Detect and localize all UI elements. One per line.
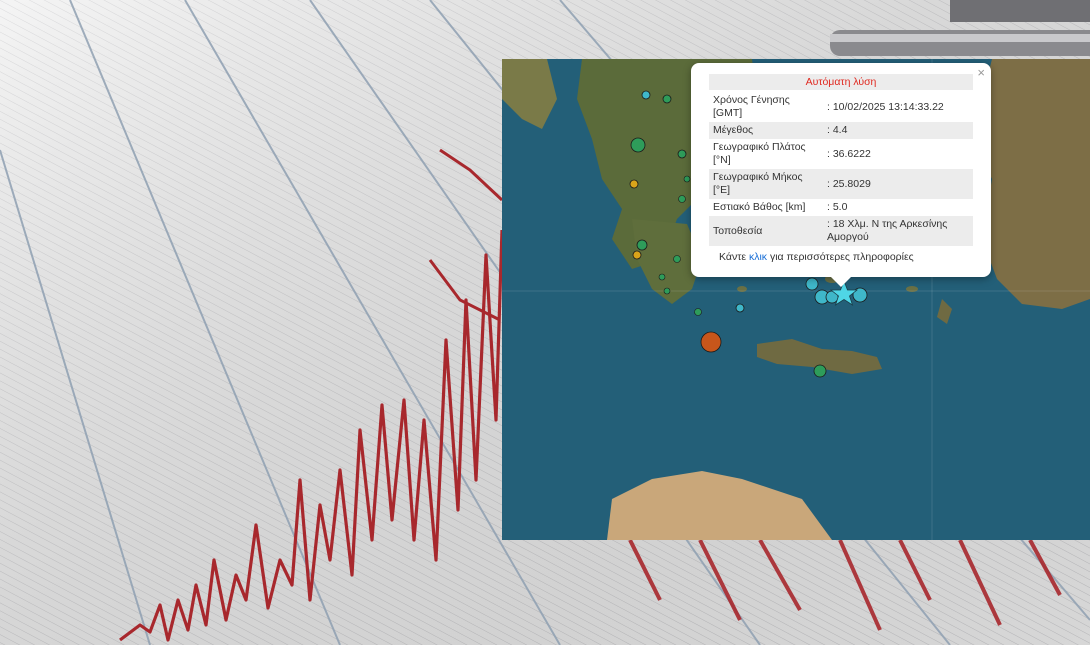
earthquake-marker[interactable] xyxy=(662,94,672,104)
table-row: Εστιακό Βάθος [km] : 5.0 xyxy=(709,199,973,216)
info-table: Χρόνος Γένησης [GMT] : 10/02/2025 13:14:… xyxy=(709,92,973,246)
table-row: Γεωγραφικό Μήκος [°E] : 25.8029 xyxy=(709,169,973,199)
more-info-suffix: για περισσότερες πληροφορίες xyxy=(767,251,914,263)
more-info-prefix: Κάντε xyxy=(719,251,749,263)
earthquake-marker[interactable] xyxy=(630,137,646,153)
earthquake-marker[interactable] xyxy=(629,179,639,189)
popup-title: Αυτόματη λύση xyxy=(709,74,973,90)
table-row: Τοποθεσία : 18 Χλμ. Ν της Αρκεσίνης Αμορ… xyxy=(709,216,973,246)
latitude-value: : 36.6222 xyxy=(827,147,871,160)
earthquake-marker[interactable] xyxy=(813,364,827,378)
earthquake-info-popup: × Αυτόματη λύση Χρόνος Γένησης [GMT] : 1… xyxy=(691,63,991,287)
popup-pointer xyxy=(831,277,851,287)
origin-time-label: Χρόνος Γένησης [GMT] xyxy=(713,94,790,119)
magnitude-value: : 4.4 xyxy=(823,122,973,139)
table-row: Χρόνος Γένησης [GMT] : 10/02/2025 13:14:… xyxy=(709,92,973,122)
longitude-label: Γεωγραφικό Μήκος [°E] xyxy=(709,169,823,199)
more-info-link[interactable]: κλικ xyxy=(749,251,767,263)
earthquake-marker[interactable] xyxy=(805,277,819,291)
origin-time-value: : 10/02/2025 13:14:33.22 xyxy=(827,100,944,113)
more-info-text: Κάντε κλικ για περισσότερες πληροφορίες xyxy=(719,251,914,263)
table-row: Γεωγραφικό Πλάτος [°N] : 36.6222 xyxy=(709,139,973,169)
earthquake-marker[interactable] xyxy=(677,149,687,159)
earthquake-marker[interactable] xyxy=(641,90,651,100)
earthquake-marker[interactable] xyxy=(700,331,722,353)
depth-label: Εστιακό Βάθος [km] xyxy=(713,201,806,213)
earthquake-marker[interactable] xyxy=(735,303,745,313)
earthquake-marker[interactable] xyxy=(636,239,648,251)
location-label: Τοποθεσία xyxy=(709,216,823,246)
close-icon[interactable]: × xyxy=(977,65,985,80)
latitude-label: Γεωγραφικό Πλάτος [°N] xyxy=(713,141,806,166)
magnitude-label: Μέγεθος xyxy=(709,122,823,139)
table-row: Μέγεθος : 4.4 xyxy=(709,122,973,139)
location-value: : 18 Χλμ. Ν της Αρκεσίνης Αμοργού xyxy=(823,216,973,246)
earthquake-marker[interactable] xyxy=(632,250,642,260)
longitude-value: : 25.8029 xyxy=(823,169,973,199)
depth-value: : 5.0 xyxy=(827,201,848,213)
